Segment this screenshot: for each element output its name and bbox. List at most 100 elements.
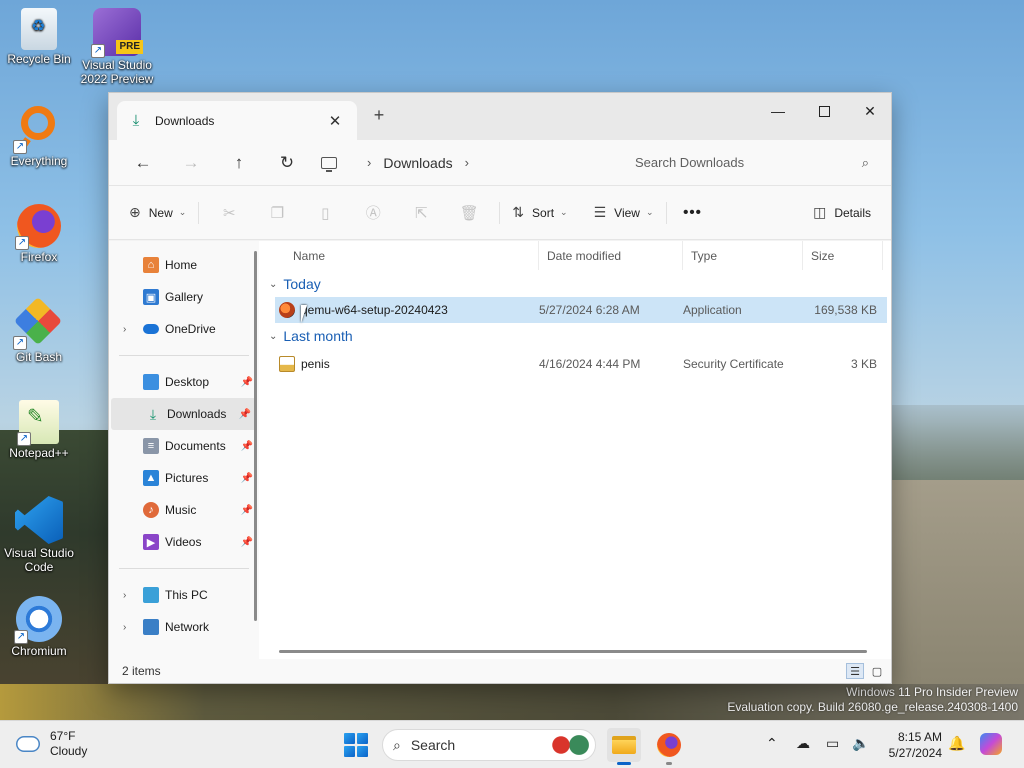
folder-icon <box>612 736 636 754</box>
search-input[interactable]: Search Downloads ⌕ <box>623 147 881 179</box>
everything-icon: ↗ <box>13 104 63 154</box>
maximize-button[interactable] <box>801 97 847 125</box>
network-icon[interactable]: ▭ <box>826 735 839 752</box>
tiles-view-button[interactable]: ▢ <box>868 663 886 679</box>
group-header-last-month[interactable]: ⌄ Last month <box>259 323 891 349</box>
new-tab-button[interactable]: + <box>367 105 391 126</box>
search-highlight-icon <box>549 734 589 756</box>
more-options-button[interactable]: ••• <box>673 197 713 229</box>
copy-icon: ❐ <box>270 204 285 222</box>
sidebar-item-label: Desktop <box>165 375 210 389</box>
details-pane-button[interactable]: ◫ Details <box>807 197 877 229</box>
sidebar-item-desktop[interactable]: Desktop 📌 <box>109 366 259 398</box>
chevron-right-icon[interactable]: › <box>123 590 137 601</box>
desktop-icon-visual-studio-preview[interactable]: PRE ↗ Visual Studio 2022 Preview <box>79 8 155 86</box>
close-window-button[interactable]: ✕ <box>847 97 893 125</box>
column-header-name[interactable]: Name <box>259 241 539 270</box>
chevron-right-icon[interactable]: › <box>123 622 137 633</box>
chevron-down-icon: ⌄ <box>560 207 568 217</box>
taskbar-firefox[interactable] <box>652 728 686 765</box>
navigation-pane: ⌂ Home ▣ Gallery › OneDrive Desktop 📌 ⤓ … <box>109 241 259 659</box>
view-button[interactable]: ☰ View ⌄ <box>588 197 660 229</box>
details-view-button[interactable]: ☰ <box>846 663 864 679</box>
chevron-down-icon: ⌄ <box>269 330 278 342</box>
sidebar-scrollbar[interactable] <box>254 251 257 621</box>
chevron-down-icon: ⌄ <box>645 207 654 217</box>
sidebar-item-home[interactable]: ⌂ Home <box>109 249 259 281</box>
share-button[interactable]: ⇱ <box>397 197 445 229</box>
column-header-type[interactable]: Type <box>683 241 803 270</box>
up-button[interactable]: ↑ <box>215 147 263 179</box>
notification-bell-icon[interactable]: 🔔 <box>948 735 965 752</box>
gallery-icon: ▣ <box>143 289 159 305</box>
maximize-icon <box>818 105 830 117</box>
desktop-icon-everything[interactable]: ↗ Everything <box>1 104 77 168</box>
weather-widget[interactable]: 67°F Cloudy <box>16 729 87 759</box>
horizontal-scrollbar[interactable] <box>279 650 867 653</box>
taskbar-file-explorer[interactable] <box>607 728 641 765</box>
clock[interactable]: 8:15 AM 5/27/2024 <box>880 729 942 761</box>
sidebar-item-music[interactable]: ♪ Music 📌 <box>109 494 259 526</box>
file-row[interactable]: qemu-w64-setup-20240423 5/27/2024 6:28 A… <box>275 297 887 323</box>
breadcrumb[interactable]: › Downloads › <box>311 147 603 179</box>
paste-button[interactable]: ▯ <box>301 197 349 229</box>
file-size: 169,538 KB <box>814 303 877 317</box>
sidebar-item-documents[interactable]: ≡ Documents 📌 <box>109 430 259 462</box>
cloud-offline-icon[interactable]: ☁ <box>796 735 810 752</box>
rename-button[interactable]: Ⓐ <box>349 197 397 229</box>
desktop-icon-recycle-bin[interactable]: ♻ Recycle Bin <box>1 8 77 66</box>
copilot-icon[interactable] <box>980 733 1002 755</box>
forward-button[interactable]: → <box>167 147 215 179</box>
chevron-right-icon[interactable]: › <box>123 324 137 335</box>
desktop-icon-firefox[interactable]: ↗ Firefox <box>1 204 77 264</box>
taskbar-search[interactable]: ⌕ Search <box>382 729 596 761</box>
desktop-icon-label: Firefox <box>20 250 58 264</box>
start-button[interactable] <box>344 733 368 757</box>
sidebar-item-this-pc[interactable]: › This PC <box>109 579 259 611</box>
volume-icon[interactable]: 🔈 <box>852 735 869 752</box>
column-header-date-modified[interactable]: Date modified <box>539 241 683 270</box>
vscode-icon <box>15 496 63 544</box>
breadcrumb-separator[interactable]: › <box>465 155 469 170</box>
tab-close-button[interactable]: ✕ <box>325 112 345 130</box>
file-explorer-window: ⤓ Downloads ✕ + — ✕ ← → ↑ ↻ › Downloads … <box>108 92 892 684</box>
delete-button[interactable]: 🗑 <box>445 197 493 229</box>
file-list: Name Date modified Type Size ⌄ Today qem… <box>259 241 891 659</box>
windows-logo-icon <box>344 733 355 744</box>
sort-button[interactable]: ⇅ Sort ⌄ <box>506 197 573 229</box>
cut-button[interactable]: ✂ <box>205 197 253 229</box>
desktop-icon-label: Chromium <box>11 644 67 658</box>
minimize-button[interactable]: — <box>755 97 801 125</box>
sidebar-item-label: Network <box>165 620 210 634</box>
desktop-icon-notepadpp[interactable]: ✎ ↗ Notepad++ <box>1 400 77 460</box>
sort-label: Sort <box>532 205 555 220</box>
file-row[interactable]: penis 4/16/2024 4:44 PM Security Certifi… <box>275 351 887 377</box>
notepadpp-icon: ✎ ↗ <box>17 400 59 446</box>
group-header-today[interactable]: ⌄ Today <box>259 271 891 297</box>
new-button[interactable]: ⊕ New ⌄ <box>123 197 192 229</box>
sidebar-item-onedrive[interactable]: › OneDrive <box>109 313 259 345</box>
sidebar-item-pictures[interactable]: ▲ Pictures 📌 <box>109 462 259 494</box>
visual-studio-icon: PRE ↗ <box>91 8 143 58</box>
sidebar-item-label: OneDrive <box>165 322 216 336</box>
title-bar[interactable]: ⤓ Downloads ✕ + — ✕ <box>109 93 891 140</box>
sidebar-item-label: Downloads <box>167 407 227 421</box>
sidebar-item-downloads[interactable]: ⤓ Downloads 📌 <box>111 398 257 430</box>
item-count: 2 items <box>122 664 161 678</box>
chevron-up-icon[interactable]: ⌃ <box>766 735 778 752</box>
sidebar-item-videos[interactable]: ▶ Videos 📌 <box>109 526 259 558</box>
sidebar-item-gallery[interactable]: ▣ Gallery <box>109 281 259 313</box>
desktop-icon-chromium[interactable]: ↗ Chromium <box>1 596 77 658</box>
breadcrumb-item-downloads[interactable]: Downloads <box>383 155 452 171</box>
desktop-icon-vscode[interactable]: Visual Studio Code <box>1 496 77 574</box>
copy-button[interactable]: ❐ <box>253 197 301 229</box>
breadcrumb-separator[interactable]: › <box>367 155 371 170</box>
refresh-button[interactable]: ↻ <box>263 147 311 179</box>
tab-downloads[interactable]: ⤓ Downloads ✕ <box>117 101 357 140</box>
desktop-icon-git-bash[interactable]: ↗ Git Bash <box>1 296 77 364</box>
back-button[interactable]: ← <box>119 147 167 179</box>
sidebar-item-network[interactable]: › Network <box>109 611 259 643</box>
download-arrow-icon: ⤓ <box>132 112 140 129</box>
sidebar-item-label: Documents <box>165 439 226 453</box>
column-header-size[interactable]: Size <box>803 241 883 270</box>
